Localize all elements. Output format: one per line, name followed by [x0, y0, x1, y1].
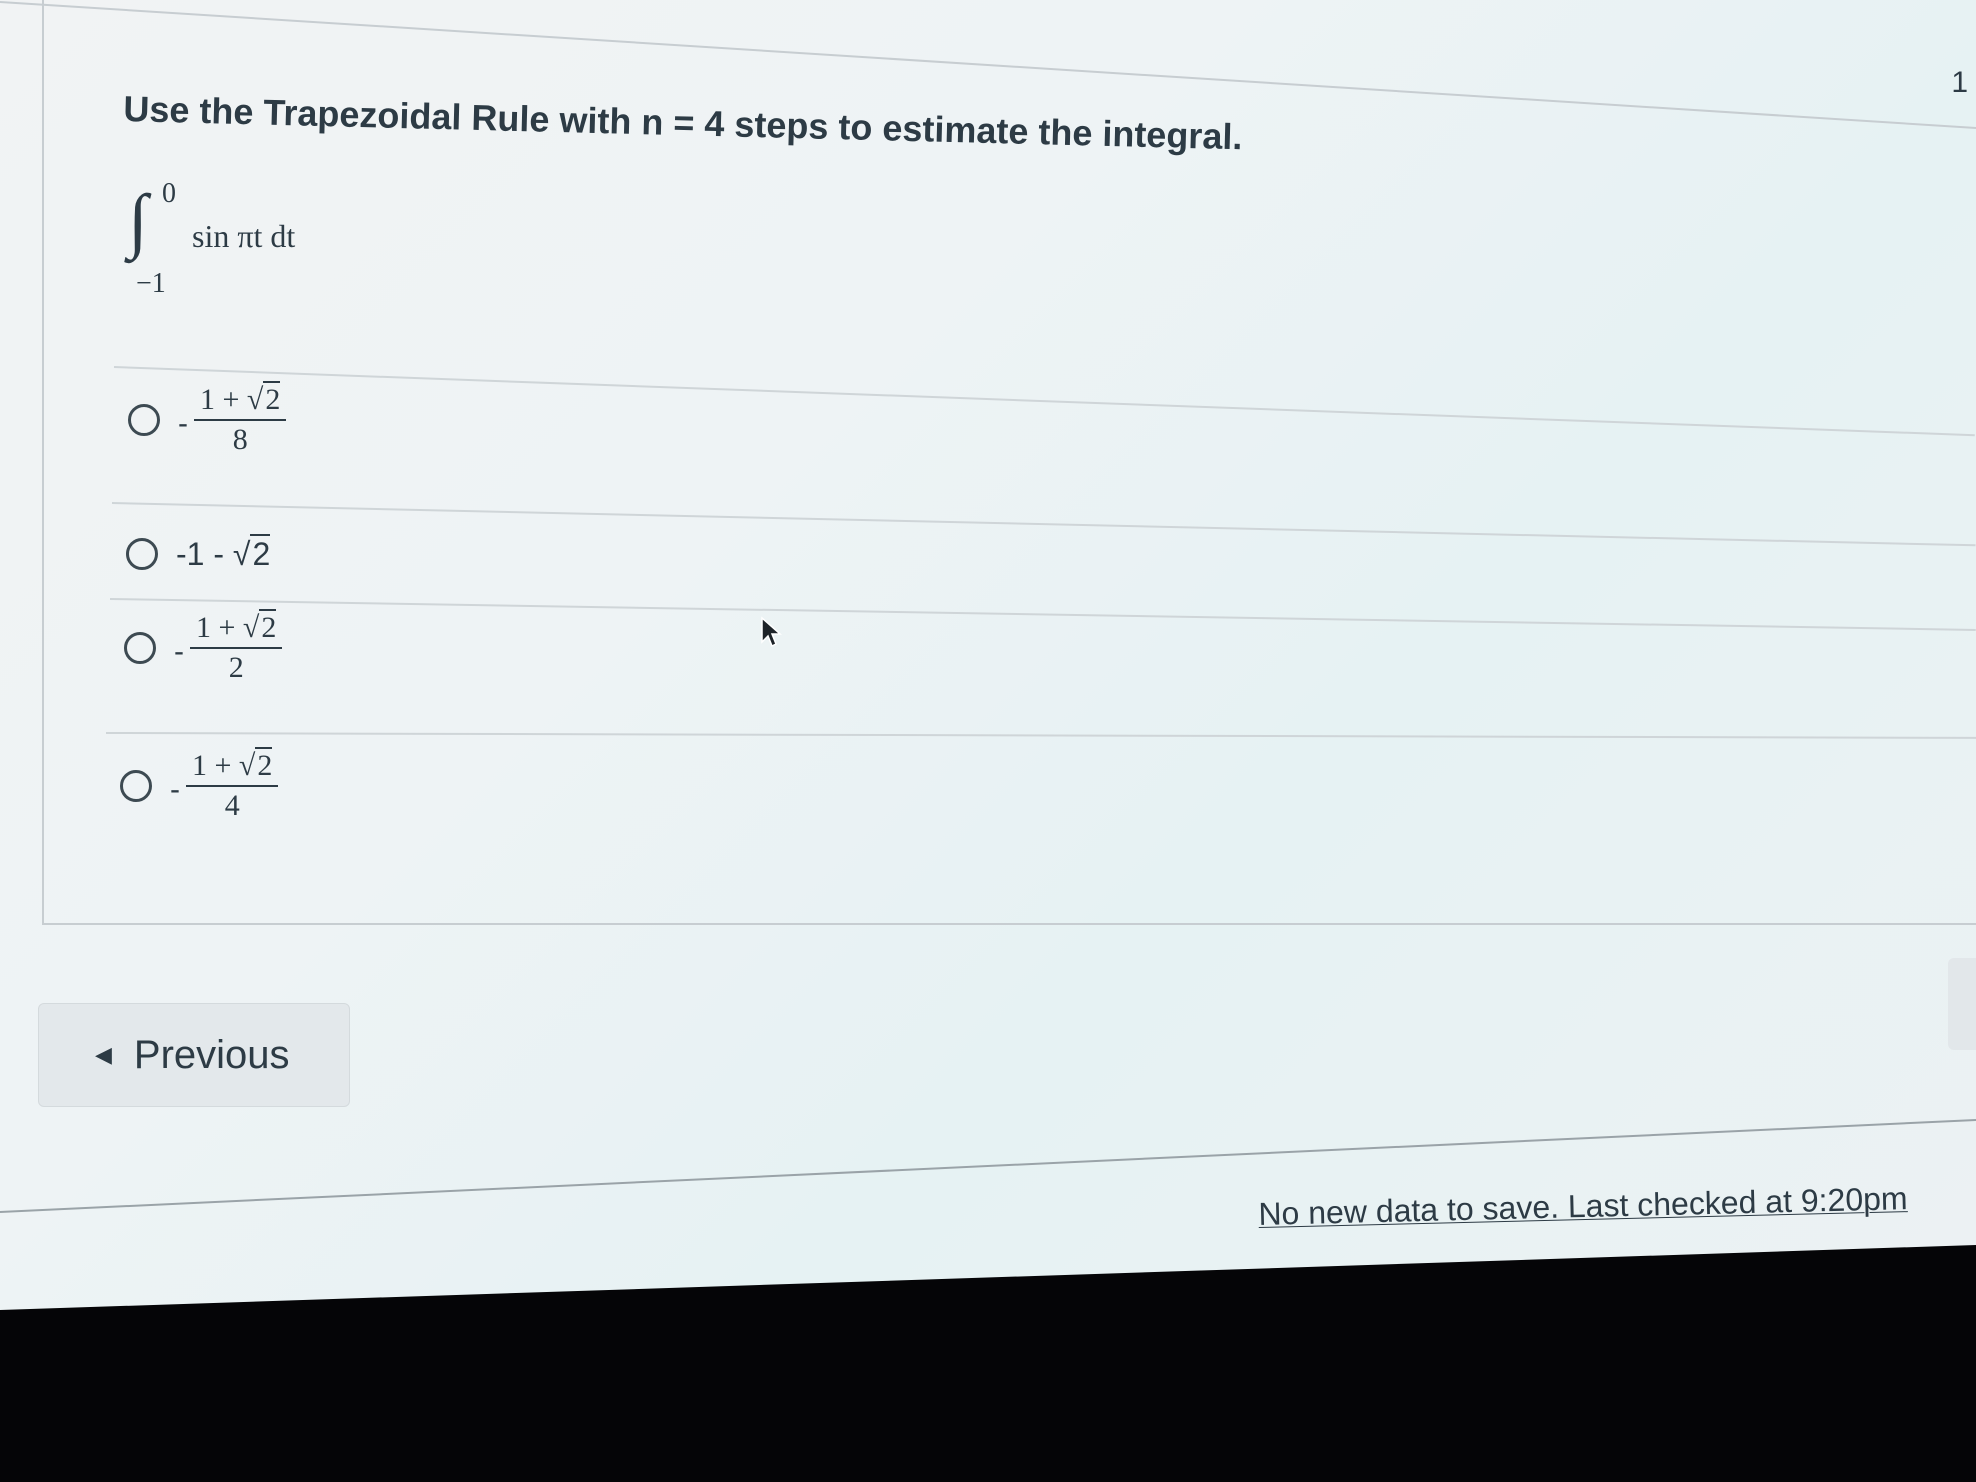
side-tab[interactable] — [1948, 958, 1976, 1050]
numerator-lead: 1 + — [196, 611, 243, 644]
fraction-numerator: 1 + √2 — [194, 381, 287, 421]
negative-sign: - — [170, 773, 180, 806]
radicand: 2 — [255, 747, 273, 782]
fraction: 1 + √2 4 — [186, 747, 279, 823]
autosave-status: No new data to save. Last checked at 9:2… — [1258, 1180, 1908, 1232]
fraction-numerator: 1 + √2 — [190, 609, 283, 649]
numerator-lead: 1 + — [200, 383, 247, 416]
radio-button[interactable] — [120, 770, 152, 802]
fraction-denominator: 8 — [232, 423, 248, 456]
fraction-numerator: 1 + √2 — [186, 747, 279, 787]
fraction: 1 + √2 2 — [190, 609, 283, 685]
answer-option-3[interactable]: - 1 + √2 2 — [124, 608, 283, 688]
mouse-pointer-icon — [761, 616, 782, 648]
answer-option-1[interactable]: - 1 + √2 8 — [128, 380, 287, 460]
fraction-denominator: 4 — [224, 789, 240, 822]
radio-button[interactable] — [128, 404, 160, 436]
previous-button[interactable]: ◀ Previous — [38, 1003, 350, 1107]
integrand: sin πt dt — [192, 218, 296, 254]
integral-sign: ∫ — [128, 180, 148, 260]
radio-button[interactable] — [124, 632, 156, 664]
question-number: 1 — [1951, 66, 1968, 99]
radicand: 2 — [250, 533, 271, 572]
previous-label: Previous — [133, 1032, 290, 1077]
answer-expression: -1 - √2 — [176, 533, 271, 572]
quiz-screen: 1 Use the Trapezoidal Rule with n = 4 st… — [0, 0, 1976, 1482]
caret-left-icon: ◀ — [95, 1042, 112, 1067]
fraction-denominator: 2 — [228, 651, 244, 684]
integral-expression: ∫ 0 −1 sin πt dt — [128, 178, 388, 299]
monitor-bezel — [0, 1245, 1976, 1482]
radicand: 2 — [259, 609, 277, 644]
numerator-lead: 1 + — [192, 749, 239, 782]
negative-sign: - — [178, 407, 188, 440]
integral-lower-limit: −1 — [136, 268, 166, 299]
negative-sign: - — [174, 635, 184, 668]
expression-lead: -1 - — [176, 535, 233, 572]
radicand: 2 — [263, 381, 281, 416]
answer-option-2[interactable]: -1 - √2 — [126, 514, 271, 594]
radio-button[interactable] — [126, 538, 158, 570]
answer-option-4[interactable]: - 1 + √2 4 — [120, 746, 279, 826]
fraction: 1 + √2 8 — [194, 381, 287, 457]
integral-upper-limit: 0 — [162, 178, 176, 209]
